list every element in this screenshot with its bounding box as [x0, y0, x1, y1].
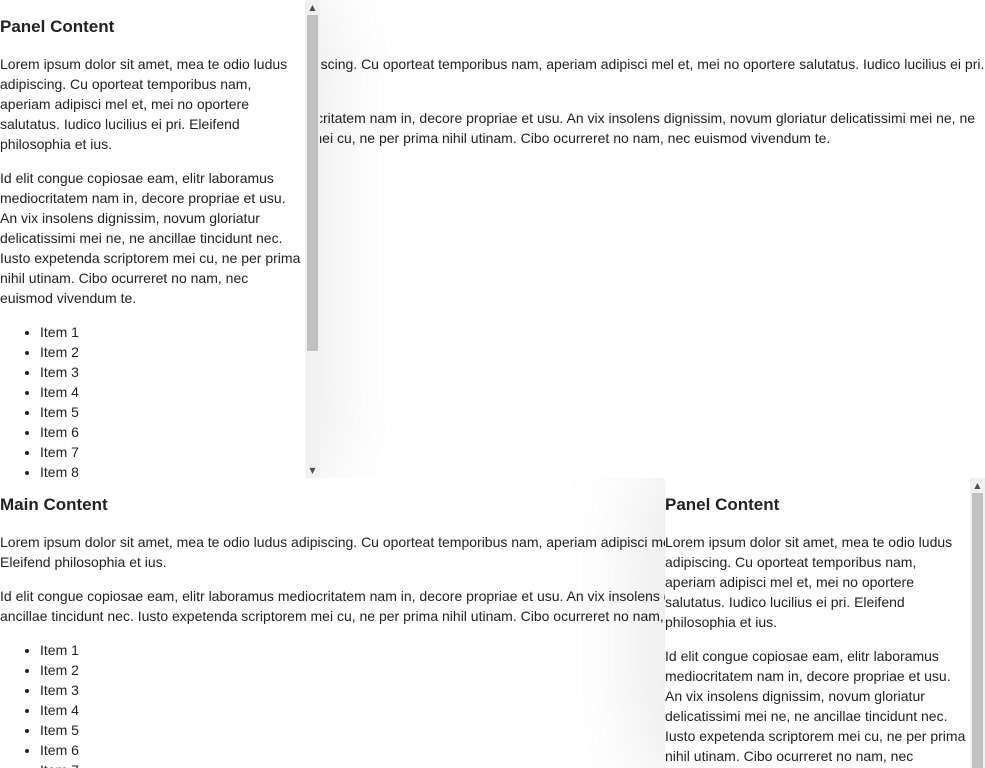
scroll-down-arrow-icon[interactable]: ▼ [305, 463, 320, 478]
scroll-thumb[interactable] [307, 15, 318, 351]
bottom-demo: Main Content Lorem ipsum dolor sit amet,… [0, 478, 985, 768]
scroll-up-arrow-icon[interactable]: ▲ [305, 0, 320, 15]
panel-title: Panel Content [0, 17, 115, 36]
panel-scrollbar[interactable]: ▲ [970, 478, 985, 768]
scroll-thumb[interactable] [972, 493, 983, 768]
panel-item-list: Item 1 Item 2 Item 3 Item 4 Item 5 Item … [0, 322, 301, 478]
top-demo: Lorem ipsum dolor sit amet, mea te odio … [0, 0, 985, 478]
list-item: Item 8 [40, 462, 301, 478]
list-item: Item 4 [40, 382, 301, 402]
list-item: Item 3 [40, 362, 301, 382]
list-item: Item 5 [40, 402, 301, 422]
list-item: Item 6 [40, 422, 301, 442]
side-panel: Panel Content Lorem ipsum dolor sit amet… [665, 478, 970, 768]
list-item: Item 7 [40, 442, 301, 462]
list-item: Item 2 [40, 342, 301, 362]
scroll-up-arrow-icon[interactable]: ▲ [970, 478, 985, 493]
side-panel: Panel Content Lorem ipsum dolor sit amet… [0, 0, 305, 478]
panel-paragraph: Id elit congue copiosae eam, elitr labor… [0, 170, 301, 306]
panel-scrollbar[interactable]: ▲ ▼ [305, 0, 320, 478]
panel-paragraph: Lorem ipsum dolor sit amet, mea te odio … [665, 534, 953, 630]
panel-title: Panel Content [665, 495, 780, 514]
panel-paragraph: Id elit congue copiosae eam, elitr labor… [665, 648, 966, 764]
list-item: Item 1 [40, 322, 301, 342]
panel-paragraph: Lorem ipsum dolor sit amet, mea te odio … [0, 56, 288, 152]
